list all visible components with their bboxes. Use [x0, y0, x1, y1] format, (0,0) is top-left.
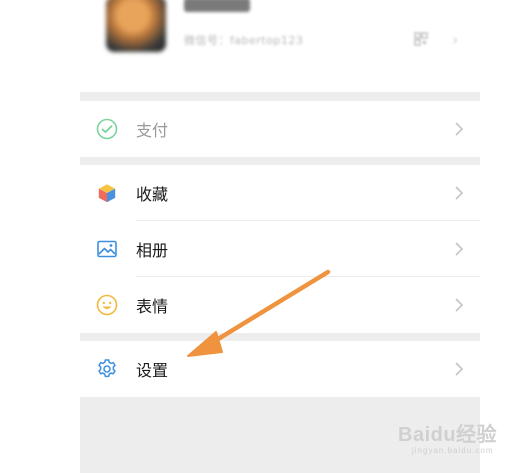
menu-item-pay[interactable]: 支付: [80, 101, 480, 157]
chevron-right-icon: ›: [452, 30, 459, 49]
avatar[interactable]: [106, 0, 166, 52]
wechat-id: 微信号：fabertop123: [184, 34, 304, 47]
menu-item-favorites[interactable]: 收藏: [80, 165, 480, 221]
image-icon: [97, 240, 117, 258]
menu-item-settings[interactable]: 设置: [80, 341, 480, 397]
nickname: [184, 0, 250, 12]
smiley-icon: [96, 294, 118, 316]
chevron-right-icon: [455, 186, 464, 200]
watermark-logo: Baidu经验: [398, 424, 498, 446]
profile-header[interactable]: 微信号：fabertop123 ›: [80, 0, 480, 92]
menu-label-settings: 设置: [136, 361, 169, 380]
gear-icon: [98, 359, 116, 378]
chevron-right-icon: [455, 122, 464, 136]
menu-label-favorites: 收藏: [136, 185, 169, 204]
chevron-right-icon: [455, 242, 464, 256]
wechat-me-screen: 微信号：fabertop123 › 支付 收藏 相册 表情 设置: [80, 0, 480, 473]
chevron-right-icon: [455, 362, 464, 376]
qr-code-icon[interactable]: [414, 32, 428, 46]
wechat-pay-icon: [96, 118, 118, 140]
cube-icon: [98, 183, 116, 203]
baidu-watermark: Baidu经验 jingyan.baidu.com: [398, 418, 508, 458]
watermark-url: jingyan.baidu.com: [412, 446, 494, 455]
chevron-right-icon: [455, 298, 464, 312]
menu-item-album[interactable]: 相册: [80, 221, 480, 277]
menu-label-pay: 支付: [136, 121, 169, 140]
menu-label-stickers: 表情: [136, 297, 169, 316]
menu-group-content: 收藏 相册 表情: [80, 165, 480, 333]
menu-item-stickers[interactable]: 表情: [80, 277, 480, 333]
menu-label-album: 相册: [136, 241, 169, 260]
